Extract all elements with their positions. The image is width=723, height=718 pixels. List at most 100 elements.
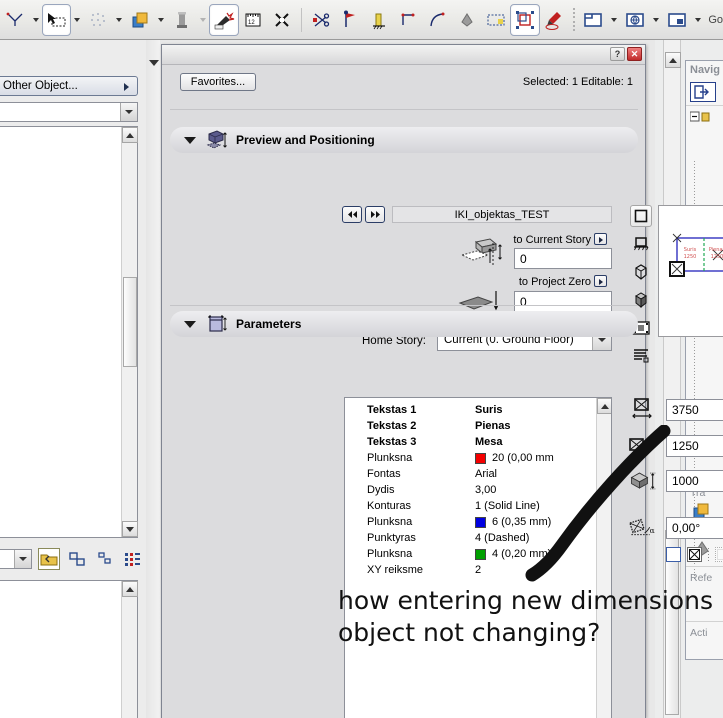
parameter-row[interactable]: Plunksna4 (0,20 mm) <box>345 546 597 562</box>
dropdown-arrow-7[interactable] <box>692 4 705 36</box>
secondary-browser-list[interactable] <box>0 580 138 718</box>
navigator-open-icon[interactable] <box>690 82 716 102</box>
to-current-story-popup-button[interactable] <box>594 233 607 245</box>
parameter-row[interactable]: FontasArial <box>345 466 597 482</box>
parameter-row[interactable]: Plunksna6 (0,35 mm) <box>345 514 597 530</box>
parameter-row[interactable]: Plunksna20 (0,00 mm <box>345 450 597 466</box>
parameter-row[interactable]: Tekstas 2Pienas <box>345 418 597 434</box>
color-swatch[interactable] <box>475 549 486 560</box>
view-scale-combo[interactable] <box>0 549 32 569</box>
other-object-button[interactable]: Other Object... <box>0 76 138 96</box>
eyedropper-icon[interactable] <box>540 4 569 36</box>
parameter-row[interactable]: XY reiksme2 <box>345 562 597 578</box>
dimension-input[interactable]: 0,00° <box>666 517 723 539</box>
scroll-up-button[interactable] <box>122 581 138 597</box>
scroll-up-button[interactable] <box>597 398 612 414</box>
arrange-icon[interactable] <box>66 548 88 570</box>
list-icon[interactable] <box>122 548 144 570</box>
chevron-down-icon[interactable] <box>184 321 196 328</box>
curve-icon[interactable] <box>423 4 452 36</box>
object-name-field[interactable]: IKI_objektas_TEST <box>392 206 612 223</box>
dropdown-arrow-5[interactable] <box>608 4 621 36</box>
layers-icon[interactable] <box>126 4 155 36</box>
scroll-up-button[interactable] <box>122 127 138 143</box>
2d-symbol-icon[interactable] <box>630 205 652 227</box>
chevron-down-icon[interactable] <box>14 550 31 568</box>
dialog-titlebar[interactable]: ? ✕ <box>162 45 645 65</box>
globe-icon[interactable] <box>621 4 650 36</box>
color-swatch[interactable] <box>475 453 486 464</box>
parameters-scrollbar[interactable] <box>596 398 611 718</box>
dotted-grid-icon[interactable] <box>84 4 113 36</box>
dropdown-arrow-1[interactable] <box>29 4 42 36</box>
dashed-rect-icon[interactable] <box>481 4 510 36</box>
scroll-down-button[interactable] <box>122 521 138 537</box>
object-settings-icon[interactable] <box>510 4 539 36</box>
parameter-row[interactable]: Tekstas 3Mesa <box>345 434 597 450</box>
close-button[interactable]: ✕ <box>627 47 642 61</box>
to-current-story-input[interactable]: 0 <box>514 248 612 269</box>
parameter-row[interactable]: Konturas1 (Solid Line) <box>345 498 597 514</box>
next-object-button[interactable] <box>365 206 385 223</box>
object-preview-box[interactable]: Suris 1250 Pienas 1250 Mesa 1250 <box>658 205 723 337</box>
flag-icon[interactable] <box>335 4 364 36</box>
parameter-value[interactable]: 20 (0,00 mm <box>475 452 597 464</box>
left-panel-collapse-handle[interactable] <box>146 40 160 718</box>
dropdown-arrow-2[interactable] <box>71 4 84 36</box>
previous-object-button[interactable] <box>342 206 362 223</box>
parameter-value[interactable]: 1 (Solid Line) <box>475 500 597 512</box>
chevron-down-icon[interactable] <box>120 103 137 121</box>
parameter-value[interactable]: 4 (Dashed) <box>475 532 597 544</box>
measure-ruler-icon[interactable]: 12 <box>239 4 268 36</box>
marquee-select-icon[interactable] <box>42 4 71 36</box>
scroll-thumb[interactable] <box>123 277 137 367</box>
scissors-icon[interactable] <box>306 4 335 36</box>
object-type-combo[interactable] <box>0 102 138 122</box>
object-list-scrollbar[interactable] <box>121 127 137 537</box>
scroll-up-button[interactable] <box>665 52 681 68</box>
parameter-row[interactable]: Tekstas 1Suris <box>345 402 597 418</box>
dropdown-arrow-6[interactable] <box>650 4 663 36</box>
parameter-row[interactable]: Dydis3,00 <box>345 482 597 498</box>
secondary-list-scrollbar[interactable] <box>121 581 137 718</box>
parameter-value[interactable]: 2 <box>475 564 597 576</box>
trim-icon[interactable] <box>268 4 297 36</box>
parameters-section-header[interactable]: Parameters <box>170 311 638 337</box>
parameter-value[interactable]: 4 (0,20 mm) <box>475 548 597 560</box>
favorites-button[interactable]: Favorites... <box>180 73 256 91</box>
dimension-input[interactable]: 1000 <box>666 470 723 492</box>
magic-wand-icon[interactable] <box>209 4 238 36</box>
corner-icon[interactable] <box>394 4 423 36</box>
3d-shaded-icon[interactable] <box>630 289 652 311</box>
parameter-value[interactable]: Pienas <box>475 420 597 432</box>
parameter-row[interactable]: Punktyras4 (Dashed) <box>345 530 597 546</box>
to-project-zero-popup-button[interactable] <box>594 275 607 287</box>
folder-up-icon[interactable] <box>38 548 60 570</box>
panel-icon[interactable] <box>662 4 691 36</box>
mirror-checkbox[interactable] <box>666 547 681 562</box>
arrow-split-icon[interactable] <box>0 4 29 36</box>
chevron-down-icon[interactable] <box>184 137 196 144</box>
preview-section-header[interactable]: Preview and Positioning <box>170 127 638 153</box>
elevation-icon[interactable] <box>630 233 652 255</box>
parameter-value[interactable]: Mesa <box>475 436 597 448</box>
navigator-tree[interactable] <box>686 105 723 131</box>
description-icon[interactable] <box>630 345 652 367</box>
fill-icon[interactable] <box>452 4 481 36</box>
dropdown-arrow-3[interactable] <box>113 4 126 36</box>
parameters-list[interactable]: Tekstas 1SurisTekstas 2PienasTekstas 3Me… <box>344 397 612 718</box>
to-project-zero-input[interactable]: 0 <box>514 291 612 312</box>
dimension-input[interactable]: 3750 <box>666 399 723 421</box>
parameter-value[interactable]: 6 (0,35 mm) <box>475 516 597 528</box>
column-icon[interactable] <box>167 4 196 36</box>
help-button[interactable]: ? <box>610 47 625 61</box>
parameter-value[interactable]: Suris <box>475 404 597 416</box>
grid-checkbox[interactable] <box>715 547 723 562</box>
3d-wireframe-icon[interactable] <box>630 261 652 283</box>
elevation-icon[interactable] <box>364 4 393 36</box>
window-layout-icon[interactable] <box>579 4 608 36</box>
object-browser-list[interactable] <box>0 126 138 538</box>
fit-checkbox[interactable] <box>687 547 702 562</box>
align-icon[interactable] <box>94 548 116 570</box>
dimension-input[interactable]: 1250 <box>666 435 723 457</box>
